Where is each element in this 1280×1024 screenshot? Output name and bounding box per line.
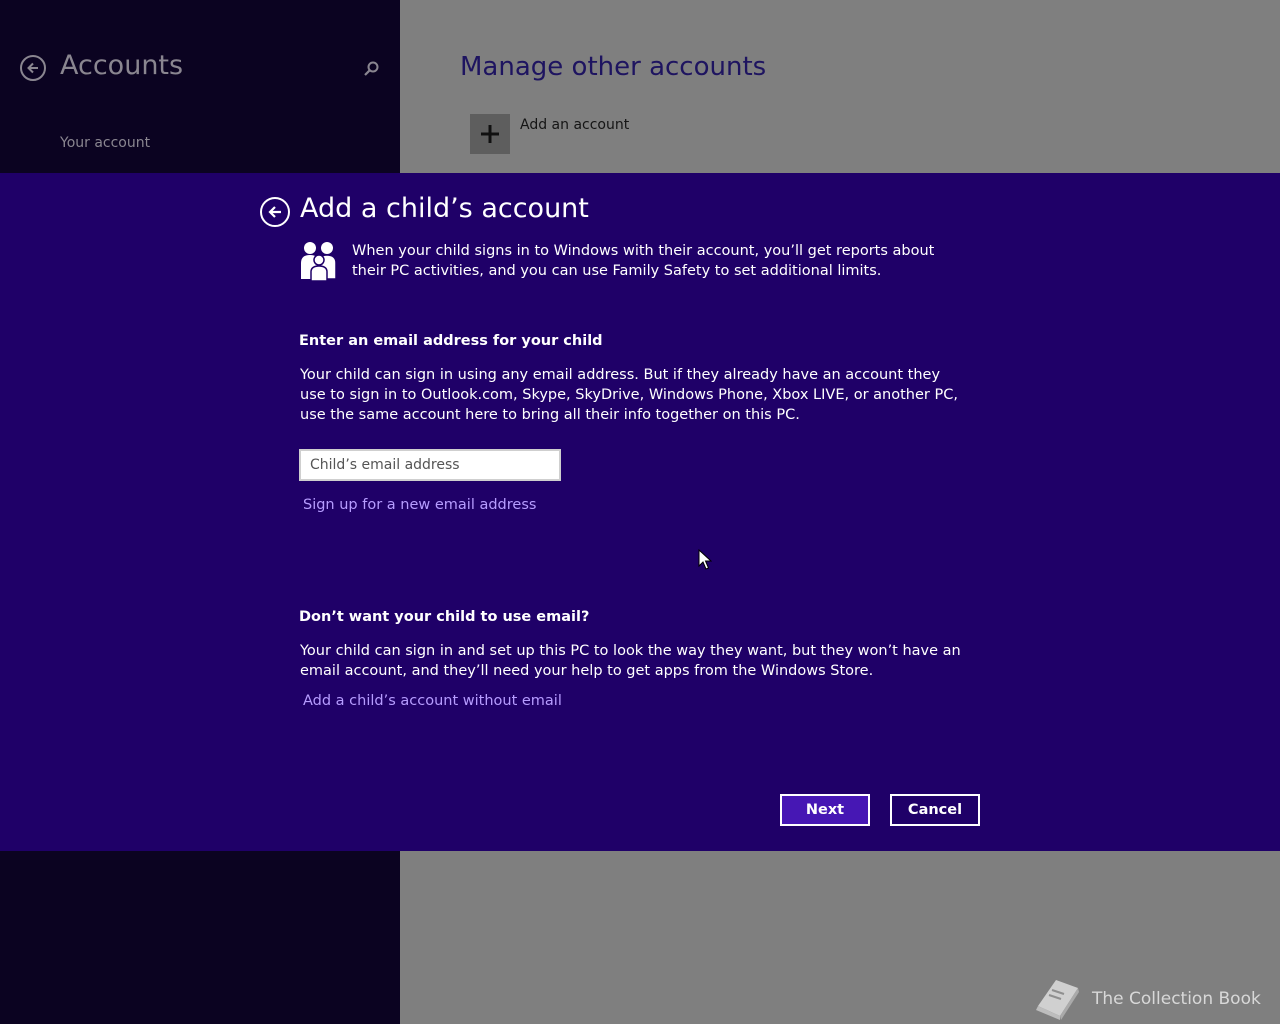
dialog-title: Add a child’s account — [300, 193, 589, 224]
watermark: The Collection Book — [1030, 976, 1261, 1022]
add-account-button[interactable] — [470, 114, 510, 154]
next-button[interactable]: Next — [780, 794, 870, 826]
back-arrow-icon — [27, 62, 38, 74]
cancel-button[interactable]: Cancel — [890, 794, 980, 826]
dialog-intro-text: When your child signs in to Windows with… — [352, 243, 935, 279]
accounts-back-button[interactable] — [20, 55, 46, 81]
add-child-without-email-link[interactable]: Add a child’s account without email — [303, 693, 562, 709]
child-email-input[interactable] — [299, 449, 561, 481]
manage-accounts-heading: Manage other accounts — [460, 52, 767, 82]
nav-item-your-account[interactable]: Your account — [60, 135, 150, 151]
add-child-dialog: Add a child’s account When your child si… — [0, 173, 1280, 851]
book-icon — [1036, 980, 1079, 1020]
family-icon — [301, 242, 337, 281]
screen: Accounts Your account Manage other accou… — [0, 0, 1280, 1024]
email-section-body: Your child can sign in using any email a… — [300, 367, 958, 423]
signup-new-email-link[interactable]: Sign up for a new email address — [303, 497, 536, 513]
accounts-title: Accounts — [60, 50, 184, 81]
watermark-text: The Collection Book — [1092, 989, 1261, 1009]
plus-icon — [481, 125, 499, 143]
dialog-back-button[interactable] — [260, 197, 290, 227]
email-section-heading: Enter an email address for your child — [299, 333, 603, 349]
mouse-cursor-icon — [698, 549, 712, 570]
no-email-section-heading: Don’t want your child to use email? — [299, 609, 590, 625]
add-account-label[interactable]: Add an account — [520, 117, 629, 133]
back-arrow-icon — [268, 206, 281, 218]
no-email-section-body: Your child can sign in and set up this P… — [300, 643, 961, 679]
search-icon[interactable] — [362, 60, 380, 78]
